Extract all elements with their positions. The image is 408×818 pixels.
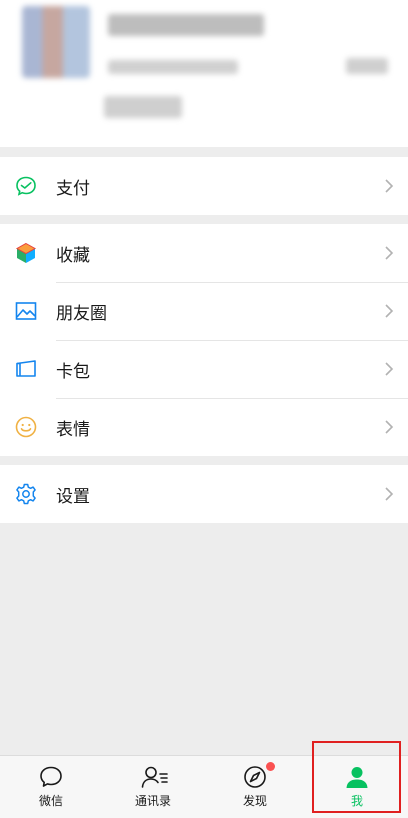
pay-section: 支付	[0, 157, 408, 215]
pay-icon	[14, 174, 38, 198]
highlight-box	[312, 741, 401, 813]
chevron-right-icon	[384, 419, 394, 435]
menu-item-settings[interactable]: 设置	[0, 465, 408, 523]
tab-chats[interactable]: 微信	[0, 756, 102, 818]
nickname-redacted	[108, 14, 264, 36]
tab-contacts[interactable]: 通讯录	[102, 756, 204, 818]
avatar[interactable]	[22, 6, 90, 78]
menu-item-cards-label: 卡包	[56, 361, 90, 382]
card-wallet-icon	[14, 357, 38, 381]
menu-item-moments[interactable]: 朋友圈	[0, 282, 408, 340]
menu-item-stickers[interactable]: 表情	[0, 398, 408, 456]
moments-picture-icon	[14, 299, 38, 323]
new-badge-dot	[266, 762, 275, 771]
tab-chats-label: 微信	[38, 794, 63, 808]
menu-item-cards[interactable]: 卡包	[0, 340, 408, 398]
qr-code-redacted[interactable]	[346, 58, 388, 74]
menu-item-settings-label: 设置	[56, 486, 90, 507]
chevron-right-icon	[384, 245, 394, 261]
chevron-right-icon	[384, 178, 394, 194]
account-id-redacted	[108, 60, 238, 74]
menu-item-moments-label: 朋友圈	[56, 303, 107, 324]
tab-discover-label: 发现	[242, 794, 267, 808]
status-redacted[interactable]	[104, 96, 182, 118]
menu-item-favorites[interactable]: 收藏	[0, 224, 408, 282]
menu-item-favorites-label: 收藏	[56, 245, 90, 266]
gear-icon	[14, 482, 38, 506]
chevron-right-icon	[384, 486, 394, 502]
settings-section: 设置	[0, 465, 408, 523]
favorites-cube-icon	[14, 241, 38, 265]
compass-icon	[244, 766, 266, 788]
menu-item-stickers-label: 表情	[56, 419, 90, 440]
tab-discover[interactable]: 发现	[204, 756, 306, 818]
chat-bubble-icon	[40, 766, 62, 787]
services-section: 收藏 朋友圈 卡包 表情	[0, 224, 408, 456]
menu-item-pay-label: 支付	[56, 178, 90, 199]
profile-header[interactable]	[0, 0, 408, 147]
chevron-right-icon	[384, 361, 394, 377]
chevron-right-icon	[384, 303, 394, 319]
contacts-person-icon	[141, 766, 168, 788]
tab-contacts-label: 通讯录	[134, 794, 171, 808]
menu-item-pay[interactable]: 支付	[0, 157, 408, 215]
smiley-face-icon	[14, 415, 38, 439]
